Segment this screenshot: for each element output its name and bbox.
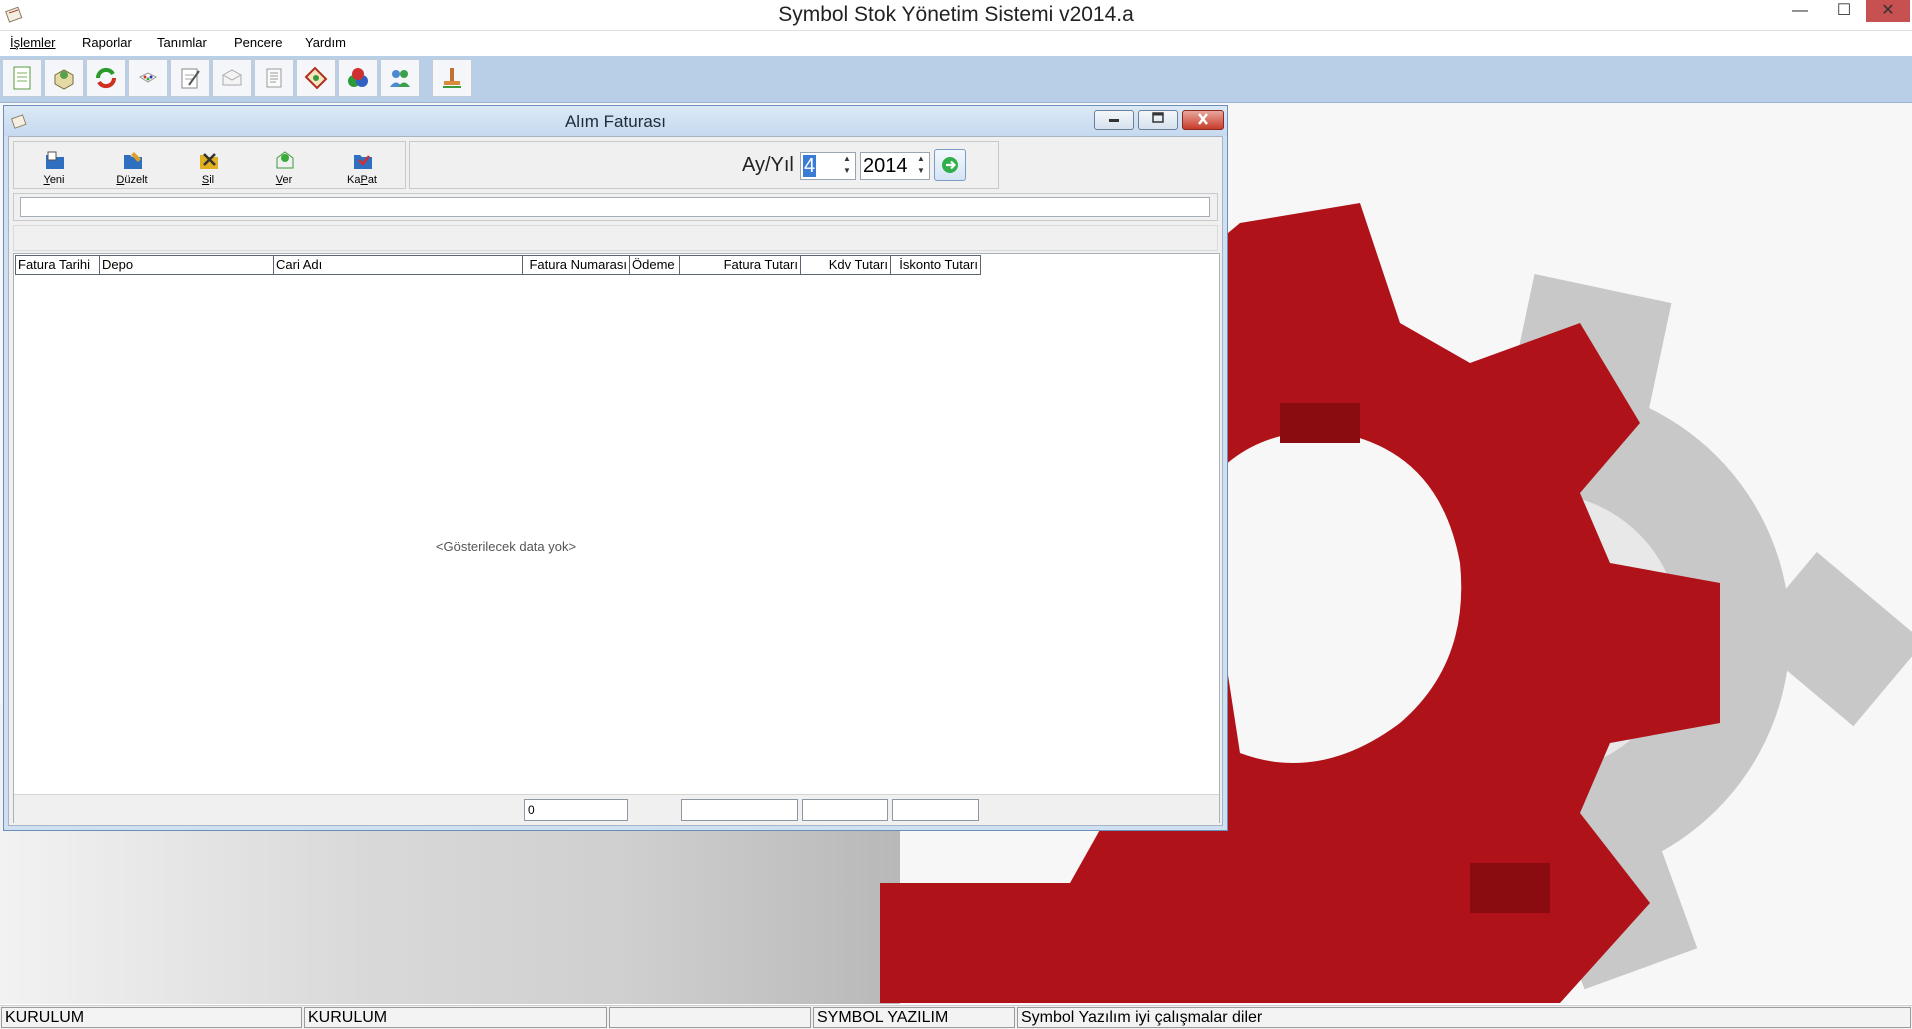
- group-by-panel: [13, 225, 1218, 251]
- status-panel-empty: [609, 1007, 811, 1028]
- toolbar-users-button[interactable]: [380, 59, 420, 97]
- menu-raporlar[interactable]: Raporlar: [82, 35, 132, 50]
- column-header-fatura-numarasi[interactable]: Fatura Numarası: [522, 255, 629, 275]
- month-down-arrow-icon[interactable]: ▼: [839, 165, 855, 177]
- delete-folder-icon: [200, 153, 218, 169]
- child-minimize-button[interactable]: [1094, 110, 1134, 130]
- column-header-iskonto-tutari[interactable]: İskonto Tutarı: [890, 255, 981, 275]
- sil-button[interactable]: Sil: [178, 144, 238, 188]
- duzelt-button[interactable]: Düzelt: [102, 144, 162, 188]
- dice-icon: [138, 72, 158, 83]
- month-up-arrow-icon[interactable]: ▲: [839, 153, 855, 165]
- child-maximize-button[interactable]: [1138, 110, 1178, 130]
- envelope-icon: [222, 69, 242, 86]
- maximize-icon: [1152, 112, 1164, 123]
- column-header-cari-adi[interactable]: Cari Adı: [273, 255, 522, 275]
- period-label: Ay/Yıl: [742, 154, 794, 176]
- status-bar: KURULUM KURULUM SYMBOL YAZILIM Symbol Ya…: [0, 1005, 1912, 1029]
- kapat-button[interactable]: KaPat: [332, 144, 392, 188]
- maximize-button[interactable]: ☐: [1822, 0, 1866, 22]
- new-document-icon: [13, 66, 31, 90]
- toolbar-package-button[interactable]: [44, 59, 84, 97]
- column-header-odeme[interactable]: Ödeme: [629, 255, 679, 275]
- month-spinner[interactable]: 4 ▲ ▼: [800, 152, 856, 180]
- app-title-bar: Symbol Stok Yönetim Sistemi v2014.a — ☐ …: [0, 0, 1912, 31]
- send-icon: [276, 151, 294, 169]
- column-header-depo[interactable]: Depo: [99, 255, 273, 275]
- toolbar-tag-button[interactable]: [296, 59, 336, 97]
- package-icon: [54, 69, 74, 90]
- apply-filter-button[interactable]: [934, 149, 966, 181]
- child-window-body: Yeni Düzelt Sil Ver KaPat Ay/Yıl 4 ▲ ▼ 2…: [8, 136, 1223, 826]
- toolbar-stamp-button[interactable]: [432, 59, 472, 97]
- action-toolbar: Yeni Düzelt Sil Ver KaPat: [13, 141, 406, 189]
- close-icon: [1198, 113, 1208, 125]
- minimize-icon: [1109, 119, 1119, 122]
- period-filter-panel: Ay/Yıl 4 ▲ ▼ 2014 ▲ ▼: [409, 141, 999, 189]
- toolbar-refresh-button[interactable]: [86, 59, 126, 97]
- tag-icon: [304, 66, 328, 90]
- new-folder-icon: [46, 151, 64, 169]
- status-panel-vendor: SYMBOL YAZILIM: [813, 1007, 1015, 1028]
- menu-pencere[interactable]: Pencere: [234, 35, 282, 50]
- edit-folder-icon: [124, 152, 142, 169]
- go-arrow-icon: [942, 157, 958, 173]
- footer-fatura-tutari: [681, 799, 798, 821]
- toolbar-edit-note-button[interactable]: [170, 59, 210, 97]
- year-down-arrow-icon[interactable]: ▼: [913, 165, 929, 177]
- alim-faturasi-window: Alım Faturası Yeni Düzelt Sil Ver KaPat …: [3, 105, 1228, 831]
- toolbar-dice-button[interactable]: [128, 59, 168, 97]
- child-close-button[interactable]: [1182, 110, 1224, 130]
- footer-kdv-tutari: [802, 799, 888, 821]
- stamp-icon: [443, 68, 461, 88]
- invoice-grid: Fatura Tarihi Depo Cari Adı Fatura Numar…: [13, 253, 1220, 823]
- ver-button[interactable]: Ver: [254, 144, 314, 188]
- menu-yardim[interactable]: Yardım: [305, 35, 346, 50]
- column-header-fatura-tarihi[interactable]: Fatura Tarihi: [15, 255, 99, 275]
- month-value: 4: [803, 155, 817, 177]
- list-document-icon: [266, 68, 282, 88]
- grid-footer: 0: [14, 794, 1219, 823]
- toolbar-list-document-button[interactable]: [254, 59, 294, 97]
- status-panel-user: KURULUM: [1, 1007, 302, 1028]
- minimize-button[interactable]: —: [1778, 0, 1822, 22]
- menu-bar: İşlemler Raporlar Tanımlar Pencere Yardı…: [0, 31, 1912, 55]
- main-toolbar: [0, 56, 1912, 103]
- edit-note-icon: [181, 68, 200, 89]
- toolbar-envelope-button[interactable]: [212, 59, 252, 97]
- menu-tanimlar[interactable]: Tanımlar: [157, 35, 207, 50]
- column-header-fatura-tutari[interactable]: Fatura Tutarı: [679, 255, 800, 275]
- search-input[interactable]: [20, 197, 1210, 217]
- refresh-icon: [95, 67, 117, 89]
- year-value: 2014: [863, 155, 908, 177]
- empty-grid-message: <Gösterilecek data yok>: [435, 539, 577, 554]
- column-header-kdv-tutari[interactable]: Kdv Tutarı: [800, 255, 890, 275]
- toolbar-color-circles-button[interactable]: [338, 59, 378, 97]
- footer-count: 0: [524, 799, 628, 821]
- year-spinner[interactable]: 2014 ▲ ▼: [860, 152, 930, 180]
- child-window-title: Alım Faturası: [564, 112, 667, 131]
- toolbar-new-document-button[interactable]: [2, 59, 42, 97]
- footer-iskonto-tutari: [892, 799, 979, 821]
- status-panel-message: Symbol Yazılım iyi çalışmalar diler: [1017, 1007, 1911, 1028]
- search-panel: [13, 193, 1218, 221]
- close-button[interactable]: ✕: [1866, 0, 1910, 22]
- yeni-button[interactable]: Yeni: [24, 144, 84, 188]
- child-window-title-bar: Alım Faturası: [4, 106, 1227, 136]
- users-icon: [390, 70, 410, 87]
- app-title: Symbol Stok Yönetim Sistemi v2014.a: [778, 3, 1134, 26]
- status-panel-company: KURULUM: [304, 1007, 607, 1028]
- menu-islemler[interactable]: İşlemler: [10, 35, 56, 50]
- close-folder-icon: [354, 155, 372, 169]
- year-up-arrow-icon[interactable]: ▲: [913, 153, 929, 165]
- color-circles-icon: [348, 68, 368, 87]
